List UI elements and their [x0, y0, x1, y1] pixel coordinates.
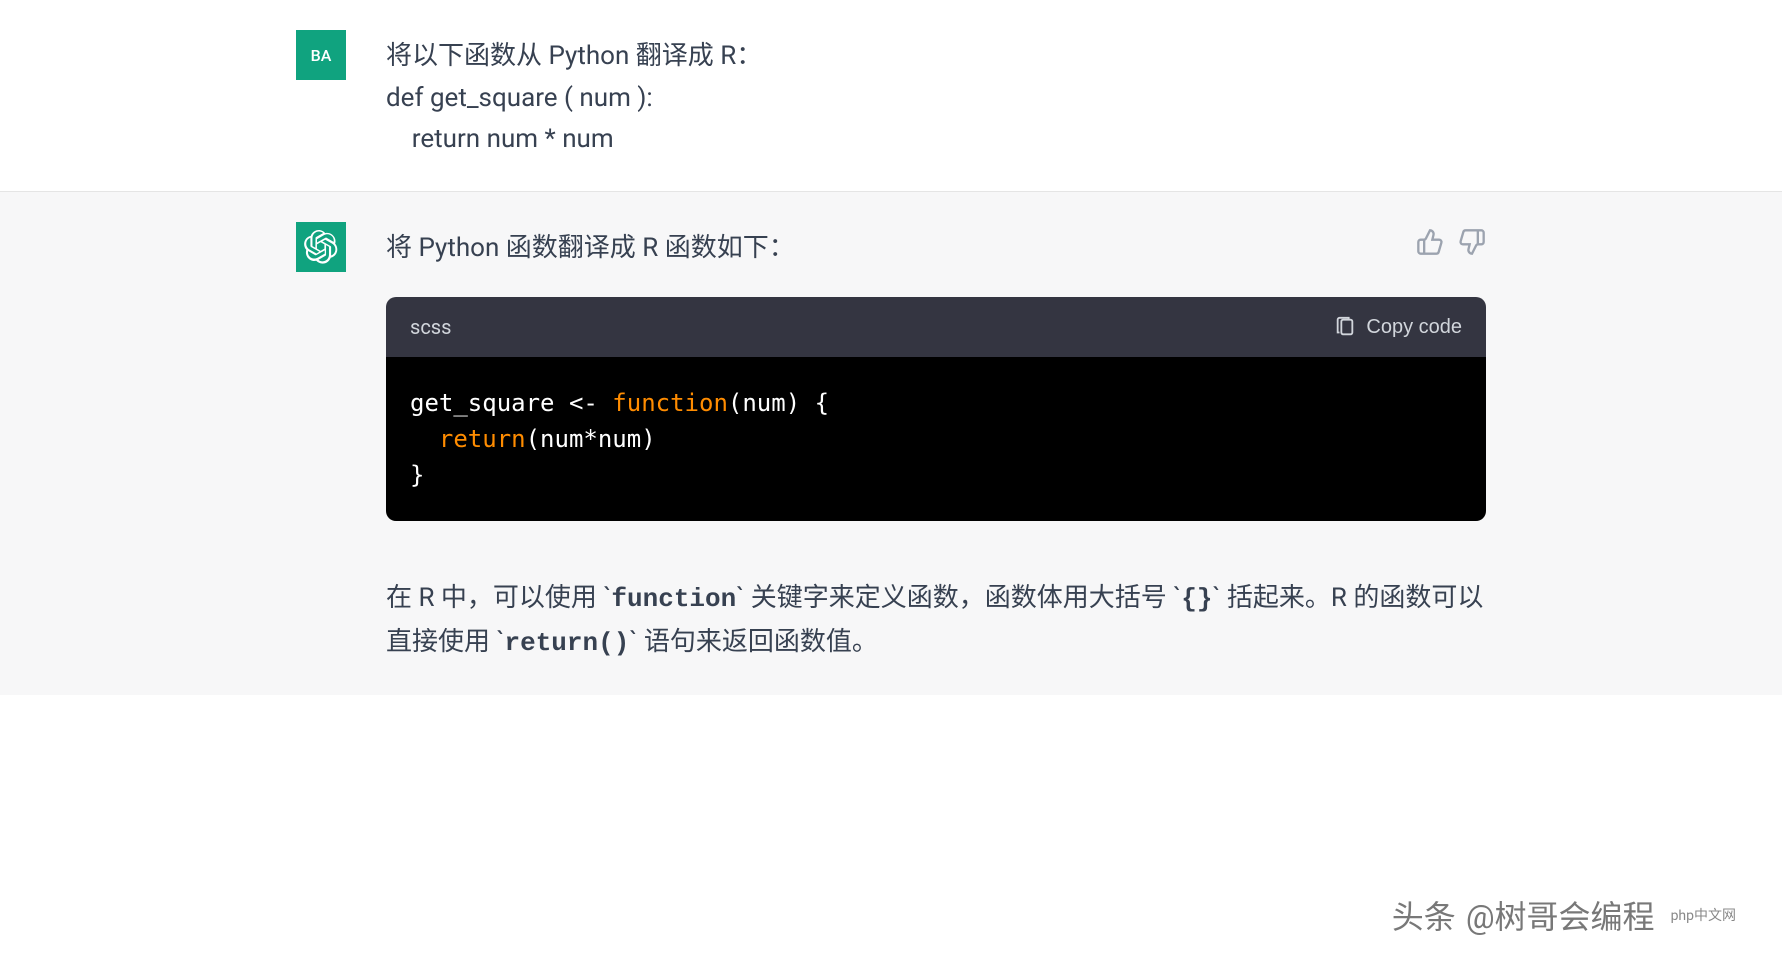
inline-code: {}: [1181, 584, 1212, 614]
code-token-keyword: function: [612, 389, 728, 417]
code-token: (num*num): [526, 425, 656, 453]
thumbs-up-icon: [1416, 228, 1444, 256]
message-actions: [1416, 228, 1486, 256]
code-content: get_square <- function(num) { return(num…: [410, 385, 1462, 493]
user-line-1: 将以下函数从 Python 翻译成 R：: [386, 36, 1486, 78]
copy-code-button[interactable]: Copy code: [1334, 316, 1462, 339]
clipboard-icon: [1334, 316, 1356, 338]
user-message-content: 将以下函数从 Python 翻译成 R： def get_square ( nu…: [386, 30, 1486, 161]
exp-part: ` 关键字来定义函数，函数体用大括号 `: [736, 583, 1181, 613]
code-language-label: scss: [410, 311, 451, 343]
code-token: (num) {: [728, 389, 829, 417]
user-line-2: def get_square ( num ):: [386, 78, 1486, 120]
code-block: scss Copy code get_square <- function(nu…: [386, 297, 1486, 521]
user-avatar: BA: [296, 30, 346, 80]
inline-code: return(): [505, 628, 630, 658]
code-body[interactable]: get_square <- function(num) { return(num…: [386, 357, 1486, 521]
watermark-badge: php中文网: [1665, 905, 1742, 925]
thumbs-up-button[interactable]: [1416, 228, 1444, 256]
assistant-message-content: 将 Python 函数翻译成 R 函数如下： scss Copy code ge…: [386, 222, 1486, 665]
user-message-inner: BA 将以下函数从 Python 翻译成 R： def get_square (…: [186, 30, 1596, 161]
explanation-text: 在 R 中，可以使用 `function` 关键字来定义函数，函数体用大括号 `…: [386, 577, 1486, 665]
watermark-prefix: 头条: [1392, 892, 1456, 938]
exp-part: 在 R 中，可以使用 `: [386, 583, 611, 613]
code-token: }: [410, 461, 424, 489]
code-header: scss Copy code: [386, 297, 1486, 357]
user-avatar-initials: BA: [311, 46, 332, 65]
code-token-keyword: return: [439, 425, 526, 453]
thumbs-down-button[interactable]: [1458, 228, 1486, 256]
user-message: BA 将以下函数从 Python 翻译成 R： def get_square (…: [0, 0, 1782, 191]
watermark: 头条 @树哥会编程 php中文网: [1392, 892, 1742, 938]
copy-code-label: Copy code: [1366, 316, 1462, 339]
thumbs-down-icon: [1458, 228, 1486, 256]
openai-logo-icon: [304, 230, 338, 264]
inline-code: function: [611, 584, 736, 614]
code-token: get_square <-: [410, 389, 612, 417]
assistant-message: 将 Python 函数翻译成 R 函数如下： scss Copy code ge…: [0, 191, 1782, 695]
code-token: [410, 425, 439, 453]
user-line-3: return num * num: [386, 119, 1486, 161]
assistant-avatar: [296, 222, 346, 272]
assistant-message-inner: 将 Python 函数翻译成 R 函数如下： scss Copy code ge…: [186, 222, 1596, 665]
exp-part: ` 语句来返回函数值。: [629, 627, 878, 657]
assistant-intro: 将 Python 函数翻译成 R 函数如下：: [386, 228, 1486, 270]
watermark-author: @树哥会编程: [1466, 892, 1655, 938]
